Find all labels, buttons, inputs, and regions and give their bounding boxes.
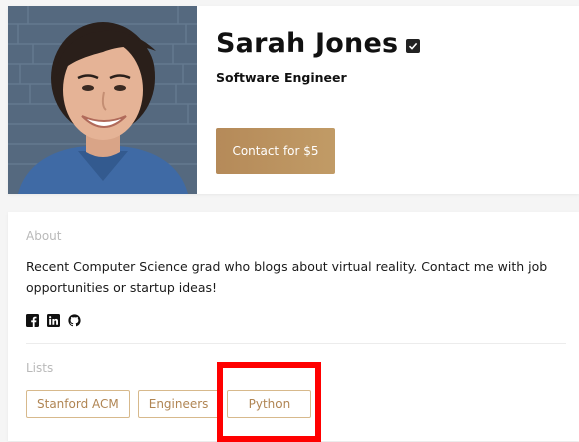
about-heading: About bbox=[26, 229, 62, 243]
profile-job-title: Software Engineer bbox=[216, 70, 347, 85]
facebook-icon[interactable] bbox=[26, 312, 39, 327]
github-icon[interactable] bbox=[68, 312, 81, 327]
checkbox-checked-icon bbox=[406, 38, 421, 53]
linkedin-icon[interactable] bbox=[47, 312, 60, 327]
profile-card: Sarah Jones Software Engineer Contact fo… bbox=[8, 6, 579, 194]
tag-engineers[interactable]: Engineers bbox=[137, 390, 220, 418]
tag-stanford-acm[interactable]: Stanford ACM bbox=[26, 390, 130, 418]
profile-name: Sarah Jones bbox=[216, 28, 399, 59]
tag-python[interactable]: Python bbox=[227, 390, 312, 418]
social-links bbox=[26, 312, 81, 327]
section-divider bbox=[26, 343, 566, 344]
profile-photo-image bbox=[8, 6, 197, 194]
lists-heading: Lists bbox=[26, 361, 54, 375]
list-tags: Stanford ACM Engineers Python bbox=[26, 390, 312, 418]
contact-button[interactable]: Contact for $5 bbox=[216, 128, 335, 174]
about-card: About Recent Computer Science grad who b… bbox=[8, 212, 579, 441]
profile-photo bbox=[8, 6, 197, 194]
bio-text: Recent Computer Science grad who blogs a… bbox=[26, 259, 548, 295]
name-row: Sarah Jones bbox=[216, 28, 421, 59]
